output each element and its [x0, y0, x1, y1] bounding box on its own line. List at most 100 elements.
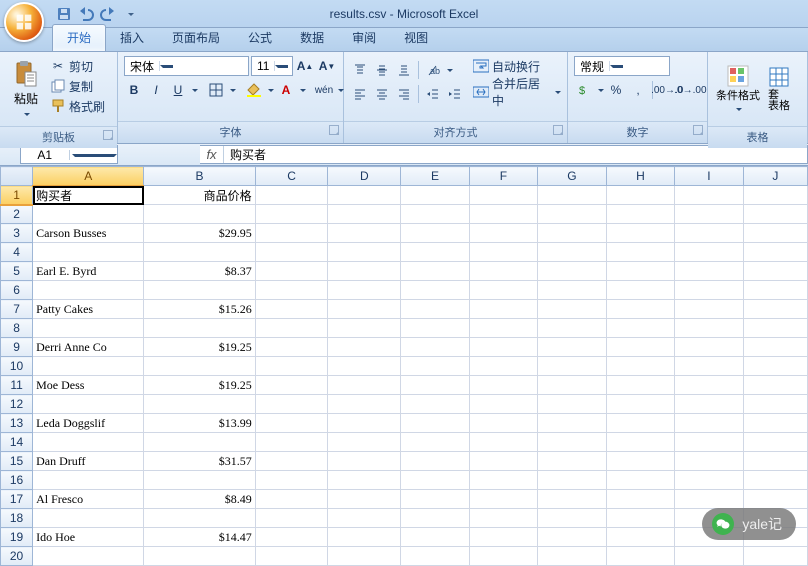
cell[interactable]	[255, 414, 328, 433]
cell[interactable]	[401, 528, 469, 547]
cell[interactable]	[675, 281, 743, 300]
cell[interactable]	[144, 357, 255, 376]
font-color-button[interactable]: A	[276, 80, 296, 100]
comma-button[interactable]: ,	[628, 80, 648, 100]
cell[interactable]	[255, 205, 328, 224]
cell[interactable]	[469, 224, 537, 243]
cell[interactable]	[606, 319, 674, 338]
cell[interactable]: $31.57	[144, 452, 255, 471]
fill-color-button[interactable]	[244, 80, 264, 100]
cell[interactable]	[675, 262, 743, 281]
cell[interactable]	[743, 414, 807, 433]
cell[interactable]	[328, 338, 401, 357]
dialog-launcher-icon[interactable]	[553, 125, 563, 135]
cell[interactable]	[469, 376, 537, 395]
cell[interactable]	[33, 243, 144, 262]
col-header-E[interactable]: E	[401, 167, 469, 186]
percent-button[interactable]: %	[606, 80, 626, 100]
tab-5[interactable]: 审阅	[338, 25, 390, 51]
cell[interactable]: Dan Druff	[33, 452, 144, 471]
cell[interactable]: $19.25	[144, 376, 255, 395]
cell[interactable]	[401, 471, 469, 490]
dialog-launcher-icon[interactable]	[103, 130, 113, 140]
cell[interactable]	[675, 395, 743, 414]
align-left-button[interactable]	[350, 84, 370, 104]
cell[interactable]	[675, 205, 743, 224]
cell[interactable]: 商品价格	[144, 186, 255, 205]
cell[interactable]	[675, 547, 743, 566]
cut-button[interactable]: ✂剪切	[50, 56, 105, 76]
cell[interactable]	[328, 414, 401, 433]
cell[interactable]	[401, 205, 469, 224]
col-header-J[interactable]: J	[743, 167, 807, 186]
cell[interactable]	[255, 395, 328, 414]
cell[interactable]	[144, 547, 255, 566]
col-header-F[interactable]: F	[469, 167, 537, 186]
undo-icon[interactable]	[78, 6, 94, 22]
cell[interactable]: Leda Doggslif	[33, 414, 144, 433]
number-format-combo[interactable]: 常规	[574, 56, 670, 76]
paste-button[interactable]: 粘贴	[6, 56, 46, 122]
cell[interactable]	[328, 262, 401, 281]
cell[interactable]	[538, 547, 606, 566]
cell[interactable]	[255, 186, 328, 205]
tab-2[interactable]: 页面布局	[158, 25, 234, 51]
grow-font-button[interactable]: A▲	[295, 56, 315, 76]
underline-button[interactable]: U	[168, 80, 188, 100]
cell[interactable]: Patty Cakes	[33, 300, 144, 319]
row-header[interactable]: 19	[1, 528, 33, 547]
cell[interactable]	[538, 224, 606, 243]
cell[interactable]	[401, 376, 469, 395]
cell[interactable]	[606, 414, 674, 433]
cell[interactable]	[255, 300, 328, 319]
cell[interactable]	[675, 319, 743, 338]
tab-4[interactable]: 数据	[286, 25, 338, 51]
cell[interactable]	[144, 433, 255, 452]
cell[interactable]	[328, 205, 401, 224]
font-family-combo[interactable]: 宋体	[124, 56, 249, 76]
cell[interactable]	[401, 243, 469, 262]
cell[interactable]	[255, 471, 328, 490]
col-header-D[interactable]: D	[328, 167, 401, 186]
wrap-text-button[interactable]: 自动换行	[473, 56, 561, 76]
row-header[interactable]: 1	[1, 186, 33, 205]
cell[interactable]	[606, 338, 674, 357]
cell[interactable]	[538, 376, 606, 395]
cell[interactable]	[538, 338, 606, 357]
cell[interactable]: $8.37	[144, 262, 255, 281]
cell[interactable]	[606, 547, 674, 566]
cell[interactable]	[469, 300, 537, 319]
cell[interactable]	[33, 281, 144, 300]
cell[interactable]	[401, 186, 469, 205]
col-header-H[interactable]: H	[606, 167, 674, 186]
row-header[interactable]: 15	[1, 452, 33, 471]
cell[interactable]	[469, 281, 537, 300]
format-painter-button[interactable]: 格式刷	[50, 96, 105, 116]
cell[interactable]	[255, 547, 328, 566]
cell[interactable]	[743, 433, 807, 452]
cell[interactable]	[743, 262, 807, 281]
cell[interactable]	[33, 205, 144, 224]
cell[interactable]	[743, 224, 807, 243]
qat-customize-icon[interactable]	[122, 6, 138, 22]
cell[interactable]	[469, 452, 537, 471]
cell[interactable]	[328, 547, 401, 566]
tab-6[interactable]: 视图	[390, 25, 442, 51]
cell[interactable]	[743, 452, 807, 471]
cell[interactable]	[33, 433, 144, 452]
cell[interactable]	[469, 528, 537, 547]
cell[interactable]	[401, 547, 469, 566]
cell[interactable]: $19.25	[144, 338, 255, 357]
row-header[interactable]: 12	[1, 395, 33, 414]
cell[interactable]	[328, 224, 401, 243]
cell[interactable]	[328, 490, 401, 509]
row-header[interactable]: 11	[1, 376, 33, 395]
cell[interactable]	[33, 357, 144, 376]
cell[interactable]	[743, 243, 807, 262]
cell[interactable]	[401, 433, 469, 452]
row-header[interactable]: 7	[1, 300, 33, 319]
cell[interactable]	[328, 433, 401, 452]
tab-1[interactable]: 插入	[106, 25, 158, 51]
cell[interactable]	[255, 224, 328, 243]
cell[interactable]	[328, 528, 401, 547]
